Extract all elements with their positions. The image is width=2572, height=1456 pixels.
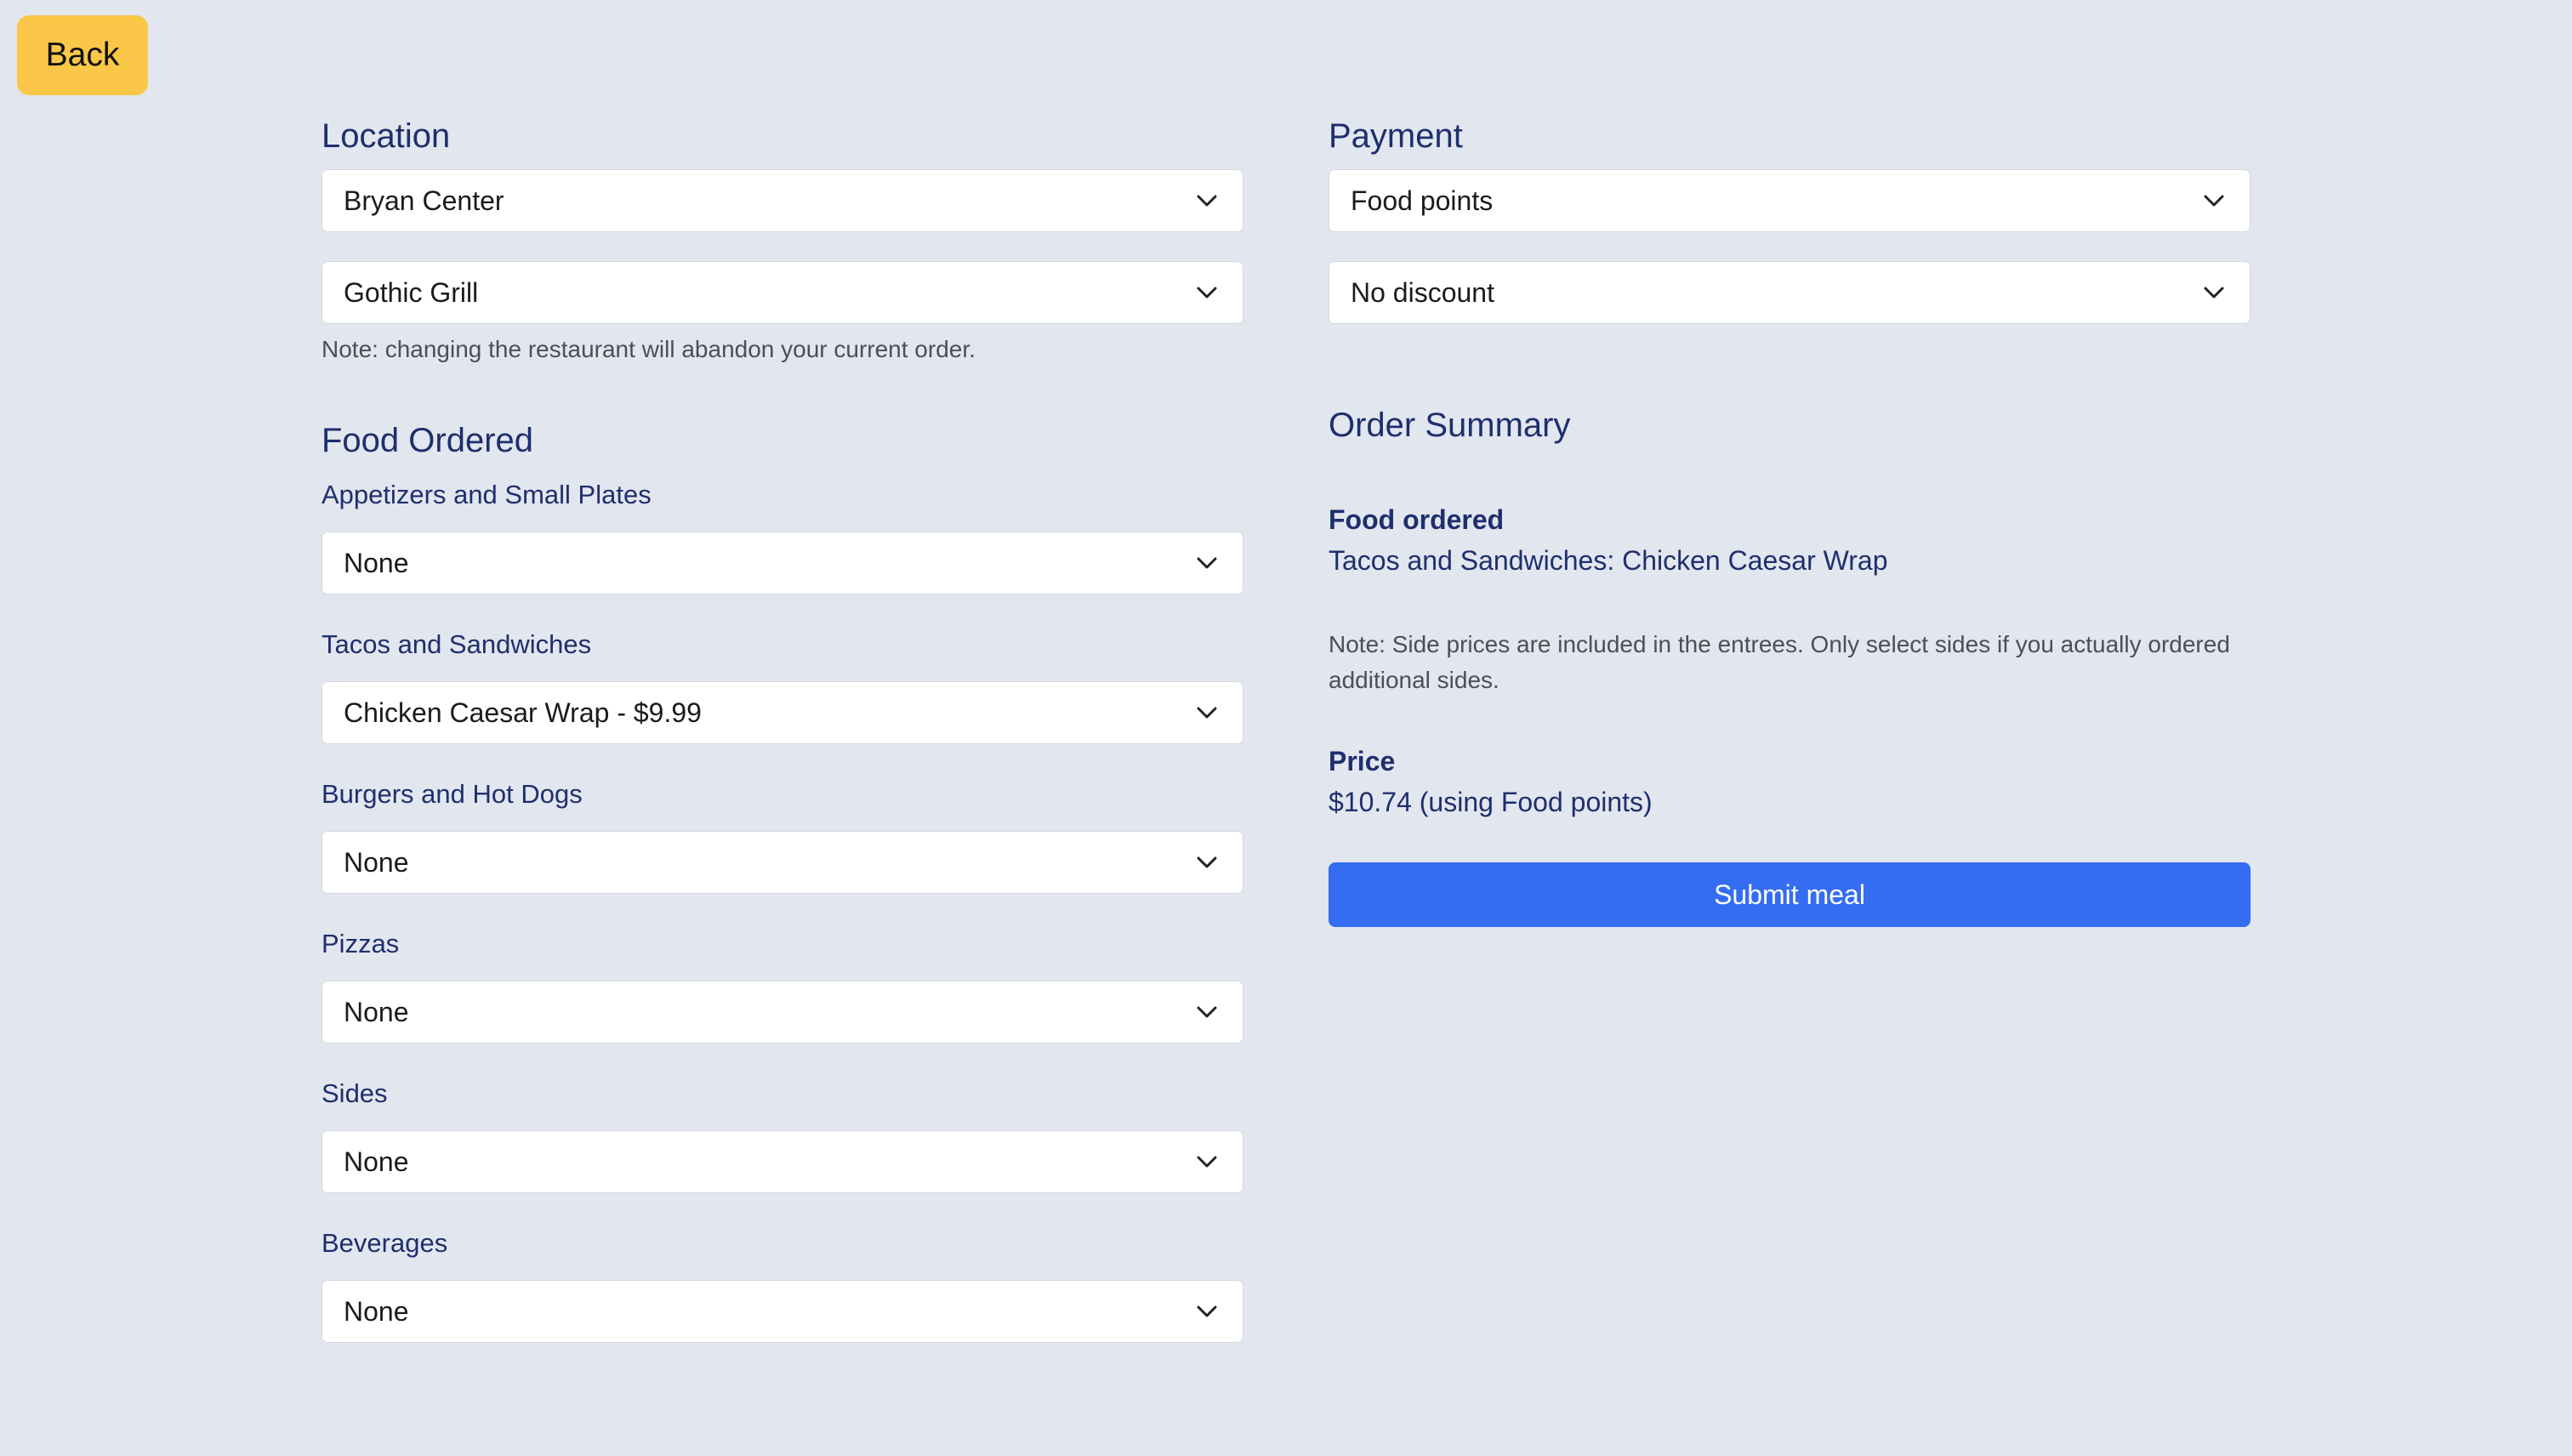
chevron-down-icon bbox=[1197, 287, 1217, 299]
submit-meal-button[interactable]: Submit meal bbox=[1329, 862, 2250, 927]
category-select-burgers-hot-dogs[interactable]: None bbox=[322, 831, 1243, 894]
category-value: None bbox=[344, 1146, 409, 1177]
category-label-burgers-hot-dogs: Burgers and Hot Dogs bbox=[322, 779, 583, 809]
discount-value: No discount bbox=[1351, 277, 1494, 308]
chevron-down-icon bbox=[1197, 1305, 1217, 1317]
category-value: None bbox=[344, 548, 409, 578]
discount-select[interactable]: No discount bbox=[1329, 261, 2250, 324]
category-label-appetizers: Appetizers and Small Plates bbox=[322, 480, 652, 509]
chevron-down-icon bbox=[1197, 856, 1217, 868]
payment-method-select[interactable]: Food points bbox=[1329, 169, 2250, 232]
chevron-down-icon bbox=[2204, 195, 2224, 207]
food-ordered-label: Food ordered bbox=[1329, 504, 1505, 535]
food-ordered-value: Tacos and Sandwiches: Chicken Caesar Wra… bbox=[1329, 545, 1888, 576]
restaurant-select[interactable]: Gothic Grill bbox=[322, 261, 1243, 324]
category-select-beverages[interactable]: None bbox=[322, 1280, 1243, 1343]
category-value: None bbox=[344, 997, 409, 1027]
chevron-down-icon bbox=[2204, 287, 2224, 299]
restaurant-value: Gothic Grill bbox=[344, 277, 479, 308]
chevron-down-icon bbox=[1197, 707, 1217, 719]
location-area-select[interactable]: Bryan Center bbox=[322, 169, 1243, 232]
category-value: Chicken Caesar Wrap - $9.99 bbox=[344, 697, 702, 728]
back-button[interactable]: Back bbox=[17, 15, 148, 95]
side-price-note: Note: Side prices are included in the en… bbox=[1329, 631, 2230, 693]
payment-heading: Payment bbox=[1329, 117, 1463, 155]
chevron-down-icon bbox=[1197, 557, 1217, 569]
category-label-sides: Sides bbox=[322, 1078, 388, 1108]
chevron-down-icon bbox=[1197, 195, 1217, 207]
category-select-appetizers[interactable]: None bbox=[322, 532, 1243, 594]
restaurant-change-note: Note: changing the restaurant will aband… bbox=[322, 336, 976, 362]
category-select-tacos-sandwiches[interactable]: Chicken Caesar Wrap - $9.99 bbox=[322, 681, 1243, 744]
price-value: $10.74 (using Food points) bbox=[1329, 787, 1653, 817]
category-select-pizzas[interactable]: None bbox=[322, 981, 1243, 1044]
location-area-value: Bryan Center bbox=[344, 185, 504, 216]
category-select-sides[interactable]: None bbox=[322, 1130, 1243, 1193]
location-heading: Location bbox=[322, 117, 451, 155]
chevron-down-icon bbox=[1197, 1006, 1217, 1018]
category-label-pizzas: Pizzas bbox=[322, 929, 400, 958]
category-label-beverages: Beverages bbox=[322, 1228, 448, 1258]
payment-method-value: Food points bbox=[1351, 185, 1494, 216]
page: Back Location Bryan Center Gothic Grill … bbox=[0, 0, 2572, 1456]
category-value: None bbox=[344, 1296, 409, 1327]
order-summary-heading: Order Summary bbox=[1329, 407, 1571, 444]
food-ordered-heading: Food Ordered bbox=[322, 422, 534, 459]
chevron-down-icon bbox=[1197, 1156, 1217, 1168]
price-label: Price bbox=[1329, 746, 1396, 776]
category-label-tacos-sandwiches: Tacos and Sandwiches bbox=[322, 629, 592, 659]
category-value: None bbox=[344, 847, 409, 878]
